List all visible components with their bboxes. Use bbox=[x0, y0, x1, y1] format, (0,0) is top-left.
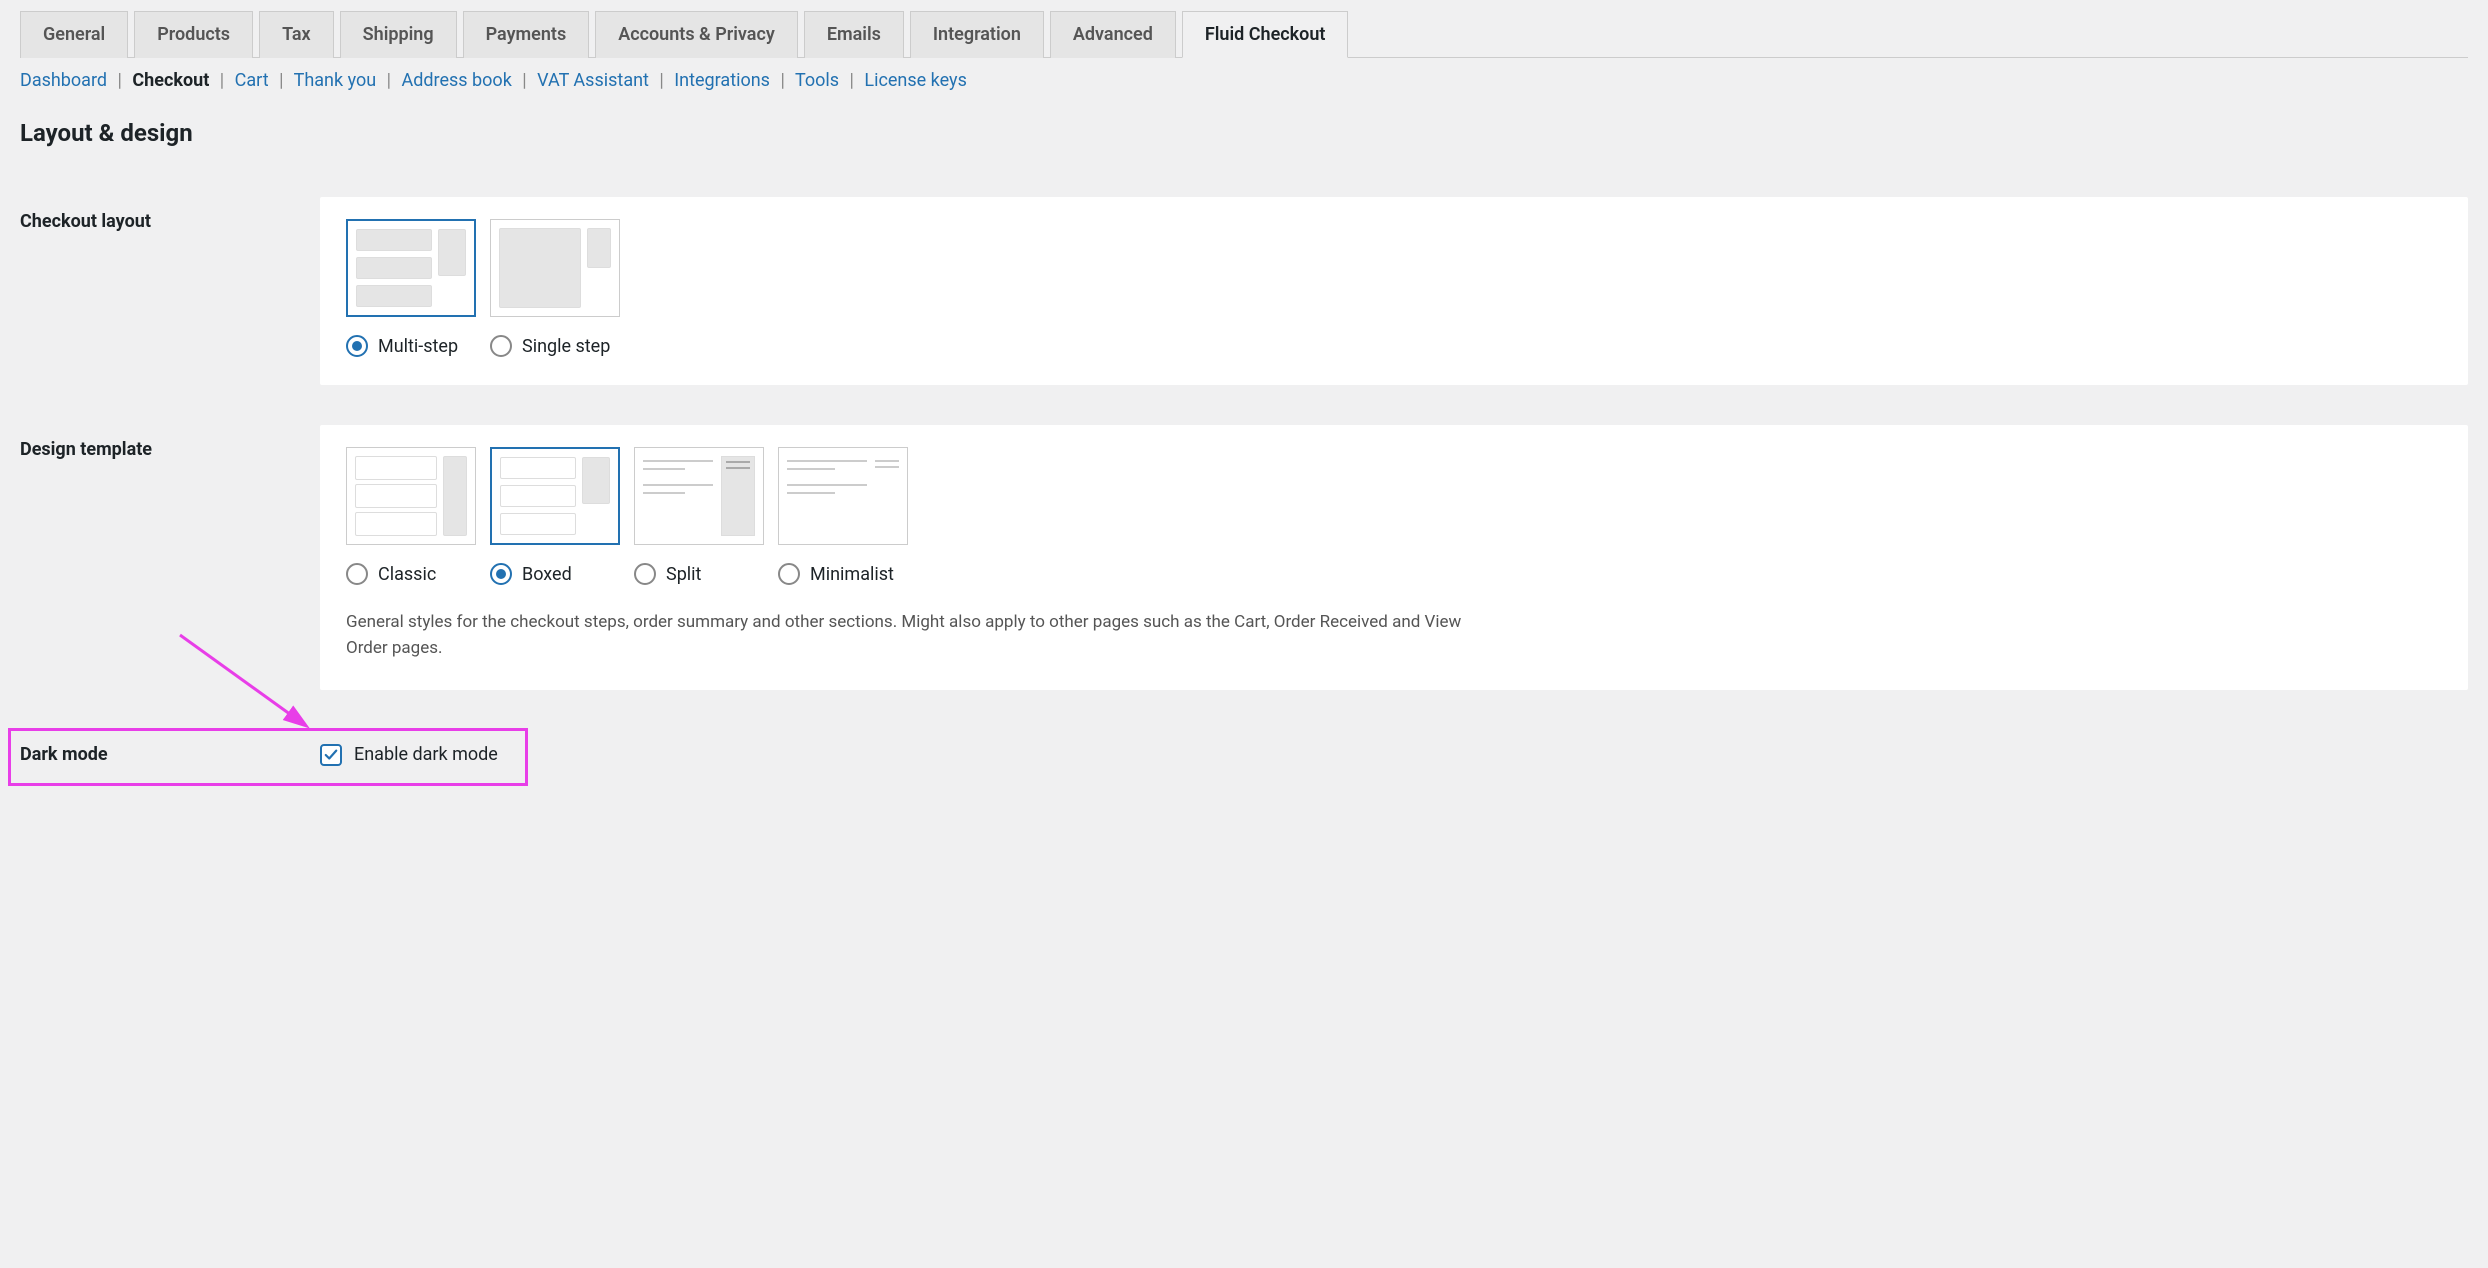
dark-mode-checkbox[interactable]: Enable dark mode bbox=[320, 730, 2468, 766]
checkbox-icon bbox=[320, 744, 342, 766]
radio-icon bbox=[634, 563, 656, 585]
label-design-template: Design template bbox=[20, 425, 320, 460]
radio-icon bbox=[490, 563, 512, 585]
row-design-template: Design template bbox=[20, 425, 2468, 690]
subnav-integrations[interactable]: Integrations bbox=[674, 70, 770, 91]
radio-icon bbox=[346, 563, 368, 585]
layout-option-multi-step[interactable]: Multi-step bbox=[346, 335, 458, 357]
subnav-license-keys[interactable]: License keys bbox=[864, 70, 966, 91]
template-boxed[interactable]: Boxed bbox=[490, 563, 572, 585]
subnav-dashboard[interactable]: Dashboard bbox=[20, 70, 107, 91]
subnav-thank-you[interactable]: Thank you bbox=[294, 70, 377, 91]
page-title: Layout & design bbox=[0, 91, 2488, 157]
radio-icon bbox=[778, 563, 800, 585]
subnav-checkout[interactable]: Checkout bbox=[132, 70, 209, 91]
template-label: Classic bbox=[378, 564, 436, 585]
template-classic[interactable]: Classic bbox=[346, 563, 436, 585]
row-checkout-layout: Checkout layout bbox=[20, 197, 2468, 385]
layout-option-label: Single step bbox=[522, 336, 610, 357]
layout-option-label: Multi-step bbox=[378, 336, 458, 357]
template-boxed-thumb[interactable] bbox=[490, 447, 620, 545]
template-label: Minimalist bbox=[810, 564, 894, 585]
template-minimalist-thumb[interactable] bbox=[778, 447, 908, 545]
dark-mode-checkbox-label: Enable dark mode bbox=[354, 744, 498, 765]
tab-general[interactable]: General bbox=[20, 11, 128, 58]
label-dark-mode: Dark mode bbox=[20, 730, 320, 765]
settings-tabs: General Products Tax Shipping Payments A… bbox=[20, 10, 2468, 58]
template-classic-thumb[interactable] bbox=[346, 447, 476, 545]
template-split-thumb[interactable] bbox=[634, 447, 764, 545]
radio-icon bbox=[490, 335, 512, 357]
tab-tax[interactable]: Tax bbox=[259, 11, 334, 58]
tab-integration[interactable]: Integration bbox=[910, 11, 1044, 58]
radio-icon bbox=[346, 335, 368, 357]
subnav-vat-assistant[interactable]: VAT Assistant bbox=[537, 70, 649, 91]
tab-emails[interactable]: Emails bbox=[804, 11, 904, 58]
label-checkout-layout: Checkout layout bbox=[20, 197, 320, 232]
layout-option-multi-step-thumb[interactable] bbox=[346, 219, 476, 317]
subnav-tools[interactable]: Tools bbox=[795, 70, 839, 91]
design-template-help: General styles for the checkout steps, o… bbox=[346, 609, 1506, 662]
row-dark-mode: Dark mode Enable dark mode bbox=[20, 730, 2468, 766]
tab-products[interactable]: Products bbox=[134, 11, 253, 58]
template-split[interactable]: Split bbox=[634, 563, 701, 585]
template-label: Boxed bbox=[522, 564, 572, 585]
template-minimalist[interactable]: Minimalist bbox=[778, 563, 894, 585]
tab-fluid-checkout[interactable]: Fluid Checkout bbox=[1182, 11, 1349, 58]
tab-accounts-privacy[interactable]: Accounts & Privacy bbox=[595, 11, 798, 58]
tab-shipping[interactable]: Shipping bbox=[340, 11, 457, 58]
layout-option-single-step-thumb[interactable] bbox=[490, 219, 620, 317]
subnav-address-book[interactable]: Address book bbox=[401, 70, 511, 91]
subnav: Dashboard | Checkout | Cart | Thank you … bbox=[0, 58, 2488, 91]
subnav-cart[interactable]: Cart bbox=[235, 70, 269, 91]
template-label: Split bbox=[666, 564, 701, 585]
tab-advanced[interactable]: Advanced bbox=[1050, 11, 1176, 58]
tab-payments[interactable]: Payments bbox=[463, 11, 590, 58]
layout-option-single-step[interactable]: Single step bbox=[490, 335, 610, 357]
